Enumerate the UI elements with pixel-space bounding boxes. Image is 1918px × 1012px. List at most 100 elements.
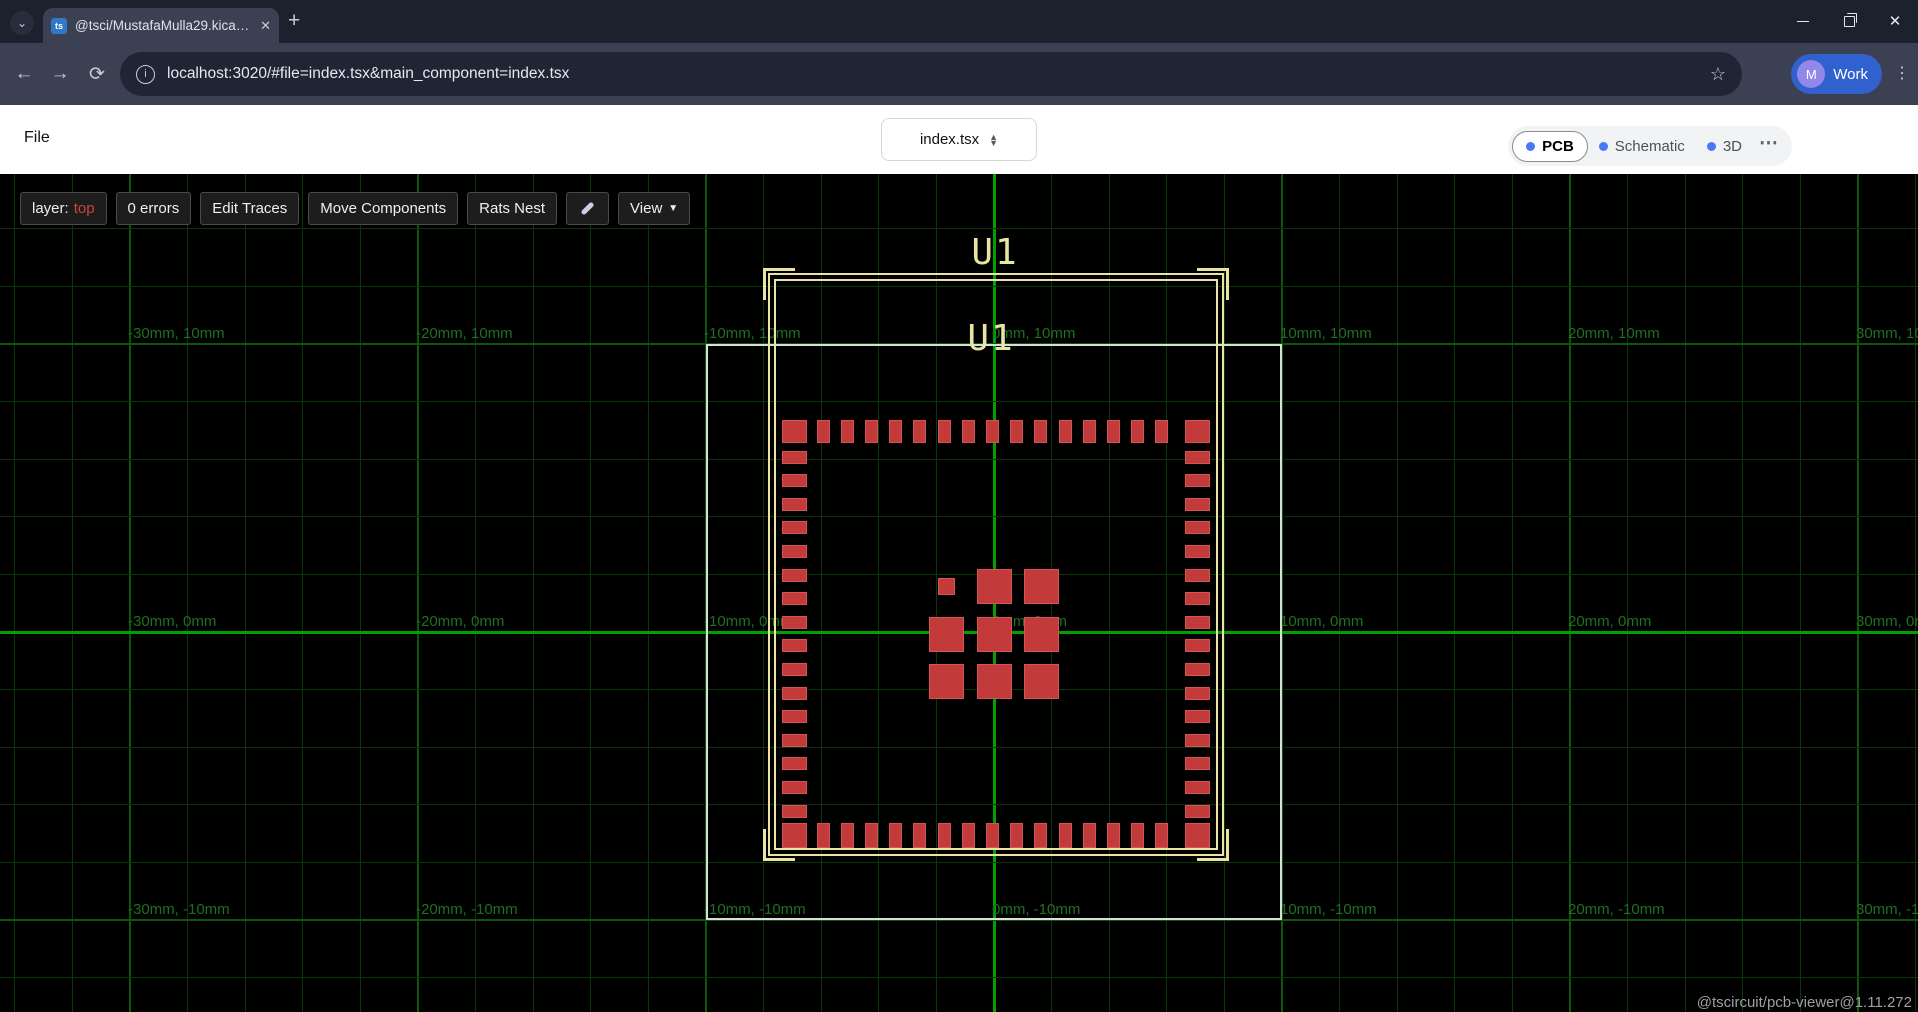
smd-pad[interactable] [1024,664,1059,699]
smd-pad[interactable] [782,545,807,558]
smd-pad[interactable] [1185,757,1210,770]
smd-pad[interactable] [1107,823,1120,848]
move-components-button[interactable]: Move Components [308,192,458,225]
smd-pad[interactable] [1034,420,1047,443]
forward-button[interactable]: → [46,60,74,88]
smd-pad[interactable] [782,663,807,676]
file-selector-dropdown[interactable]: index.tsx ▲▼ [881,118,1037,161]
smd-pad[interactable] [817,823,830,848]
tab-pcb[interactable]: PCB [1512,131,1588,162]
smd-pad[interactable] [1083,823,1096,848]
view-menu-button[interactable]: View ▼ [618,192,690,225]
smd-pad[interactable] [1185,569,1210,582]
smd-pad[interactable] [782,569,807,582]
layer-button[interactable]: layer: top [20,192,107,225]
smd-pad[interactable] [1185,420,1210,443]
window-restore-button[interactable] [1826,0,1872,43]
smd-pad[interactable] [889,420,902,443]
smd-pad[interactable] [1024,569,1059,604]
smd-pad[interactable] [1185,663,1210,676]
edit-traces-button[interactable]: Edit Traces [200,192,299,225]
tab-schematic[interactable]: Schematic [1588,132,1696,161]
smd-pad[interactable] [962,823,975,848]
smd-pad[interactable] [1185,734,1210,747]
smd-pad[interactable] [1107,420,1120,443]
back-button[interactable]: ← [10,60,38,88]
smd-pad[interactable] [938,578,955,595]
reload-button[interactable]: ⟳ [83,60,111,88]
smd-pad[interactable] [1185,474,1210,487]
smd-pad[interactable] [1185,592,1210,605]
smd-pad[interactable] [782,710,807,723]
smd-pad[interactable] [782,805,807,818]
smd-pad[interactable] [817,420,830,443]
smd-pad[interactable] [1185,823,1210,848]
smd-pad[interactable] [929,664,964,699]
smd-pad[interactable] [782,592,807,605]
smd-pad[interactable] [782,498,807,511]
smd-pad[interactable] [929,617,964,652]
smd-pad[interactable] [1059,420,1072,443]
smd-pad[interactable] [1155,823,1168,848]
browser-tab[interactable]: ts @tsci/MustafaMulla29.kicad-lib ✕ [43,8,279,43]
smd-pad[interactable] [782,687,807,700]
tab-close-icon[interactable]: ✕ [260,18,271,34]
smd-pad[interactable] [841,420,854,443]
smd-pad[interactable] [938,823,951,848]
smd-pad[interactable] [1131,823,1144,848]
tab-3d[interactable]: 3D [1696,132,1753,161]
smd-pad[interactable] [938,420,951,443]
edit-silkscreen-button[interactable] [566,192,609,225]
smd-pad[interactable] [1010,420,1023,443]
smd-pad[interactable] [913,420,926,443]
rats-nest-button[interactable]: Rats Nest [467,192,557,225]
smd-pad[interactable] [782,639,807,652]
smd-pad[interactable] [782,521,807,534]
errors-button[interactable]: 0 errors [116,192,192,225]
smd-pad[interactable] [1083,420,1096,443]
smd-pad[interactable] [1059,823,1072,848]
smd-pad[interactable] [1155,420,1168,443]
smd-pad[interactable] [977,617,1012,652]
smd-pad[interactable] [782,781,807,794]
smd-pad[interactable] [1185,639,1210,652]
smd-pad[interactable] [782,734,807,747]
tab-search-button[interactable]: ⌄ [10,11,34,35]
smd-pad[interactable] [977,569,1012,604]
smd-pad[interactable] [1185,781,1210,794]
smd-pad[interactable] [1185,616,1210,629]
smd-pad[interactable] [1185,545,1210,558]
smd-pad[interactable] [1024,617,1059,652]
smd-pad[interactable] [1185,451,1210,464]
smd-pad[interactable] [889,823,902,848]
smd-pad[interactable] [782,823,807,848]
window-close-button[interactable]: ✕ [1872,0,1918,43]
smd-pad[interactable] [782,420,807,443]
smd-pad[interactable] [841,823,854,848]
smd-pad[interactable] [1010,823,1023,848]
smd-pad[interactable] [865,420,878,443]
smd-pad[interactable] [1185,687,1210,700]
smd-pad[interactable] [1131,420,1144,443]
bookmark-star-icon[interactable]: ☆ [1710,64,1726,85]
smd-pad[interactable] [977,664,1012,699]
smd-pad[interactable] [1185,710,1210,723]
file-menu[interactable]: File [24,129,50,147]
site-info-icon[interactable]: i [136,65,155,84]
smd-pad[interactable] [962,420,975,443]
smd-pad[interactable] [782,616,807,629]
smd-pad[interactable] [1185,521,1210,534]
smd-pad[interactable] [1185,805,1210,818]
new-tab-button[interactable]: + [288,9,300,33]
browser-profile-button[interactable]: M Work [1791,54,1882,94]
window-minimize-button[interactable] [1780,0,1826,43]
smd-pad[interactable] [1034,823,1047,848]
pcb-canvas[interactable]: layer: top 0 errors Edit Traces Move Com… [0,174,1918,1012]
smd-pad[interactable] [782,451,807,464]
smd-pad[interactable] [986,823,999,848]
smd-pad[interactable] [986,420,999,443]
view-switcher-more-icon[interactable]: ⋯ [1753,132,1782,161]
browser-menu-kebab-icon[interactable]: ⋮ [1894,63,1910,83]
smd-pad[interactable] [1185,498,1210,511]
address-bar[interactable]: i localhost:3020/#file=index.tsx&main_co… [120,52,1742,96]
